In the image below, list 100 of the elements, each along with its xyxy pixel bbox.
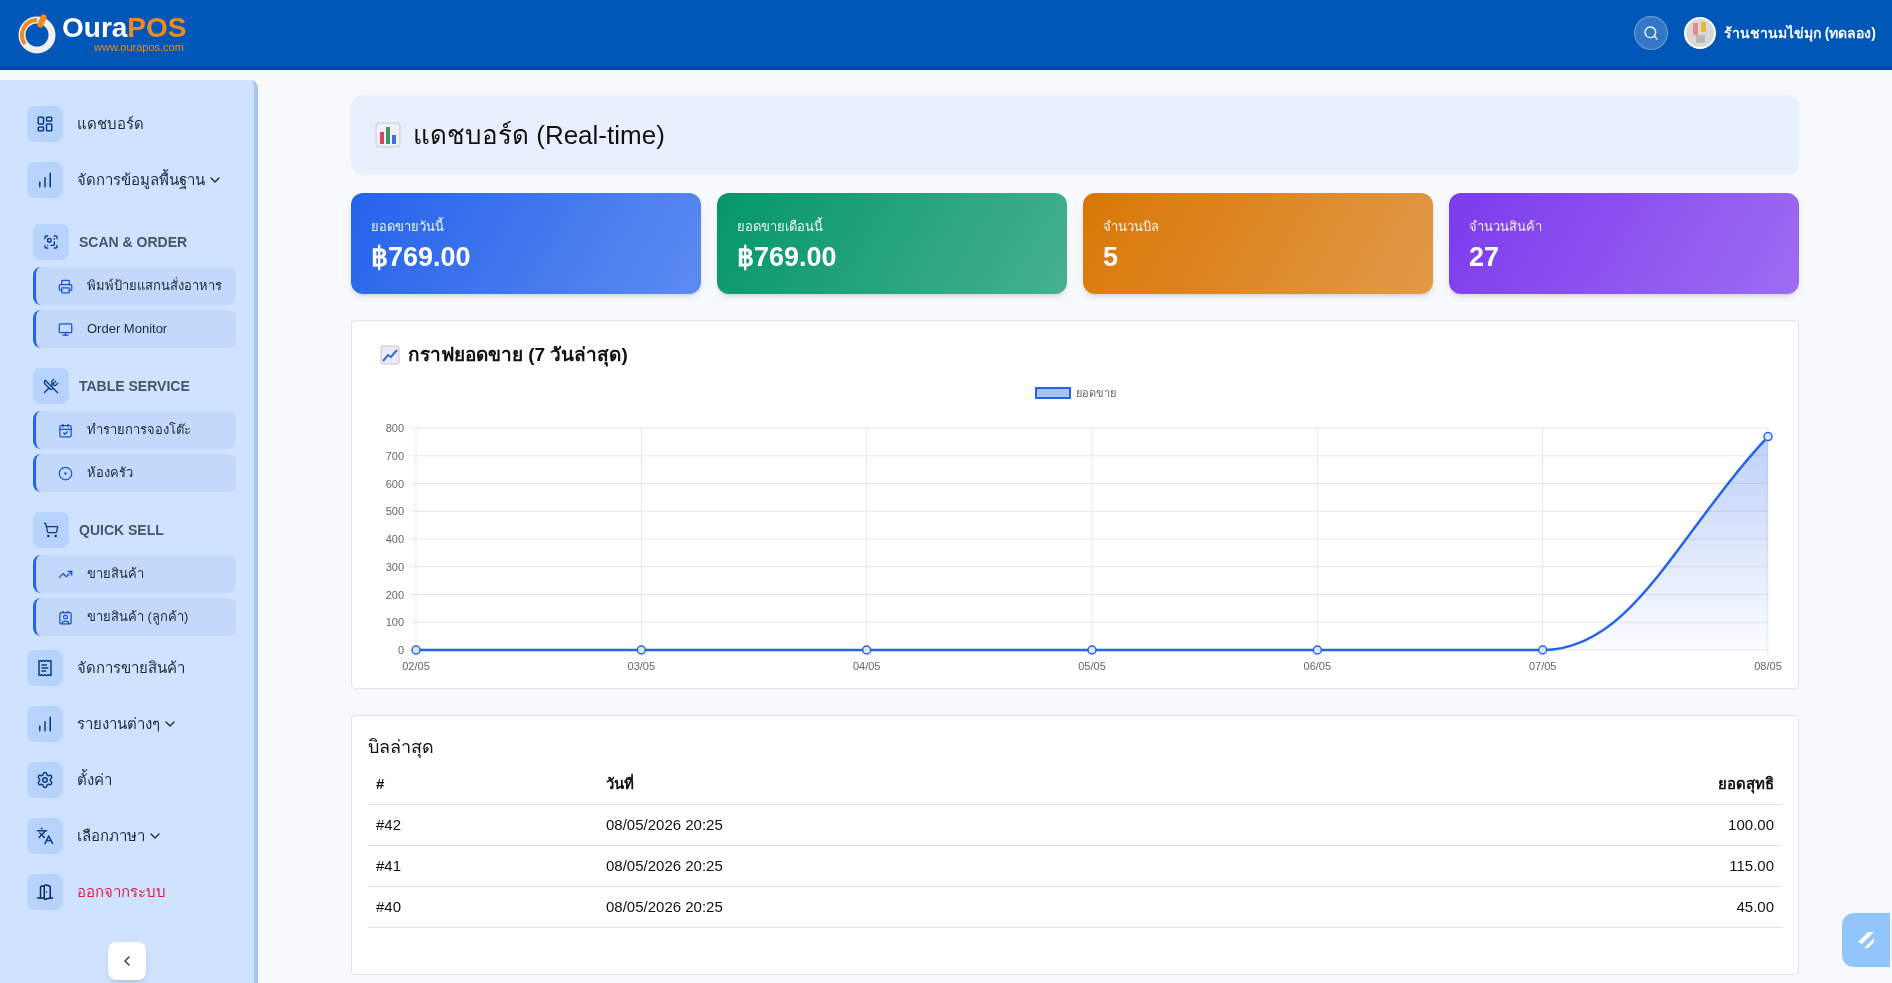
sidebar-label: ตั้งค่า (77, 768, 112, 790)
sidebar-item[interactable]: จัดการข้อมูลพื้นฐาน (27, 152, 236, 208)
sidebar-item[interactable]: ตั้งค่า (27, 752, 236, 808)
section-heading: SCAN & ORDER (79, 232, 188, 252)
y-tick-label: 200 (385, 588, 404, 600)
y-tick-label: 500 (385, 504, 404, 517)
sidebar-subitem[interactable]: ห้องครัว (33, 454, 236, 492)
search-button[interactable] (1633, 16, 1668, 50)
data-point (636, 644, 647, 655)
chart-title: กราฟยอดขาย (7 วันล่าสุด) (408, 343, 628, 369)
sidebar-sublabel: ทำรายการจองโต๊ะ (87, 421, 191, 439)
sidebar-label: จัดการข้อมูลพื้นฐาน (77, 168, 205, 191)
logo-ring-icon (16, 12, 58, 54)
x-tick-label: 08/05 (1754, 659, 1782, 672)
stat-value: ฿769.00 (371, 240, 472, 274)
bar-chart-icon (36, 715, 54, 733)
data-point (1312, 644, 1323, 655)
sidebar-subitem[interactable]: ทำรายการจองโต๊ะ (33, 411, 236, 449)
bar-chart-icon (375, 122, 401, 148)
column-header: วันที่ (598, 764, 1366, 805)
stat-value: 5 (1103, 240, 1120, 274)
sidebar-subitem[interactable]: พิมพ์ป้ายแสกนสั่งอาหาร (33, 267, 236, 305)
x-tick-label: 05/05 (1078, 659, 1106, 672)
sidebar-sublabel: ห้องครัว (87, 464, 133, 482)
x-tick-label: 07/05 (1528, 659, 1557, 672)
legend-label: ยอดขาย (1076, 386, 1116, 399)
avatar[interactable] (1683, 17, 1716, 49)
door-icon (36, 883, 54, 901)
stat-value: 27 (1469, 240, 1501, 274)
y-tick-label: 800 (385, 421, 404, 434)
sidebar-subitem[interactable]: Order Monitor (33, 310, 236, 348)
sidebar-item[interactable]: แดชบอร์ด (27, 96, 236, 152)
x-tick-label: 06/05 (1303, 659, 1332, 672)
sidebar-label: แดชบอร์ด (77, 113, 144, 134)
y-tick-label: 400 (385, 532, 404, 545)
y-tick-label: 600 (385, 477, 404, 489)
sidebar-sublabel: พิมพ์ป้ายแสกนสั่งอาหาร (87, 276, 222, 295)
stat-label: จำนวนสินค้า (1469, 218, 1543, 236)
sidebar-item[interactable]: รายงานต่างๆ (27, 696, 236, 752)
sidebar-sublabel: Order Monitor (87, 320, 168, 338)
y-tick-label: 300 (385, 560, 404, 573)
column-header: ยอดสุทธิ (1365, 764, 1782, 805)
shop-name[interactable]: ร้านชานมไข่มุก (ทดลอง) (1723, 22, 1876, 44)
line-chart-icon (380, 345, 400, 366)
table-cell: 08/05/2026 20:25 (598, 845, 1366, 887)
y-tick-label: 100 (385, 615, 404, 628)
page-title: แดชบอร์ด (Real-time) (413, 118, 665, 152)
stat-label: จำนวนบิล (1103, 218, 1160, 236)
table-cell: 115.00 (1365, 845, 1782, 887)
circle-dot-icon (58, 465, 73, 481)
section-heading: TABLE SERVICE (79, 376, 190, 396)
logo-accent: POS (127, 13, 187, 42)
table-cell: 100.00 (1365, 804, 1782, 846)
table-cell: #42 (368, 804, 598, 846)
receipt-icon (36, 659, 54, 677)
data-point (1763, 431, 1773, 441)
printer-icon (58, 278, 73, 294)
sidebar-item[interactable]: ออกจากระบบ (27, 864, 236, 920)
stat-value: ฿769.00 (737, 240, 838, 274)
x-tick-label: 02/05 (402, 659, 430, 672)
table-cell: 45.00 (1365, 886, 1782, 928)
cart-icon (43, 522, 59, 538)
sidebar-label: เลือกภาษา (77, 825, 145, 846)
table-cell: 08/05/2026 20:25 (598, 804, 1366, 846)
stat-label: ยอดขายวันนี้ (371, 217, 445, 236)
sidebar-sublabel: ขายสินค้า (87, 565, 144, 583)
section-heading: QUICK SELL (79, 520, 164, 540)
data-point (1087, 644, 1097, 655)
table-cell: 08/05/2026 20:25 (598, 886, 1366, 928)
y-tick-label: 0 (397, 643, 404, 656)
contact-card-icon (58, 609, 73, 625)
y-tick-label: 700 (385, 449, 404, 462)
sidebar-subitem[interactable]: ขายสินค้า (33, 555, 236, 593)
sidebar-label: ออกจากระบบ (77, 881, 166, 902)
stat-label: ยอดขายเดือนนี้ (737, 217, 824, 236)
legend-swatch (1035, 386, 1071, 399)
utensils-icon (43, 378, 59, 394)
bar-chart-icon (36, 171, 54, 189)
sidebar-item[interactable]: จัดการขายสินค้า (27, 640, 236, 696)
data-point (411, 644, 421, 655)
sidebar-item[interactable]: เลือกภาษา (27, 808, 236, 864)
sidebar-sublabel: ขายสินค้า (ลูกค้า) (87, 608, 189, 627)
search-icon (1642, 25, 1659, 41)
settings-icon (36, 771, 54, 789)
table-cell: #41 (368, 845, 598, 887)
logo-text: Oura (62, 13, 128, 42)
qr-code-icon (43, 234, 59, 250)
sidebar-label: จัดการขายสินค้า (77, 657, 185, 678)
bills-title: บิลล่าสุด (368, 735, 435, 760)
x-tick-label: 03/05 (627, 659, 656, 672)
data-point (1537, 644, 1548, 655)
sidebar-subitem[interactable]: ขายสินค้า (ลูกค้า) (33, 598, 236, 636)
monitor-icon (58, 321, 73, 337)
dashboard-icon (36, 115, 54, 133)
data-point (861, 644, 872, 655)
calendar-icon (58, 422, 73, 438)
table-cell: #40 (368, 886, 598, 928)
x-tick-label: 04/05 (852, 659, 881, 672)
language-icon (36, 827, 54, 845)
logo[interactable]: OuraPOS www.ourapos.com (16, 12, 187, 54)
